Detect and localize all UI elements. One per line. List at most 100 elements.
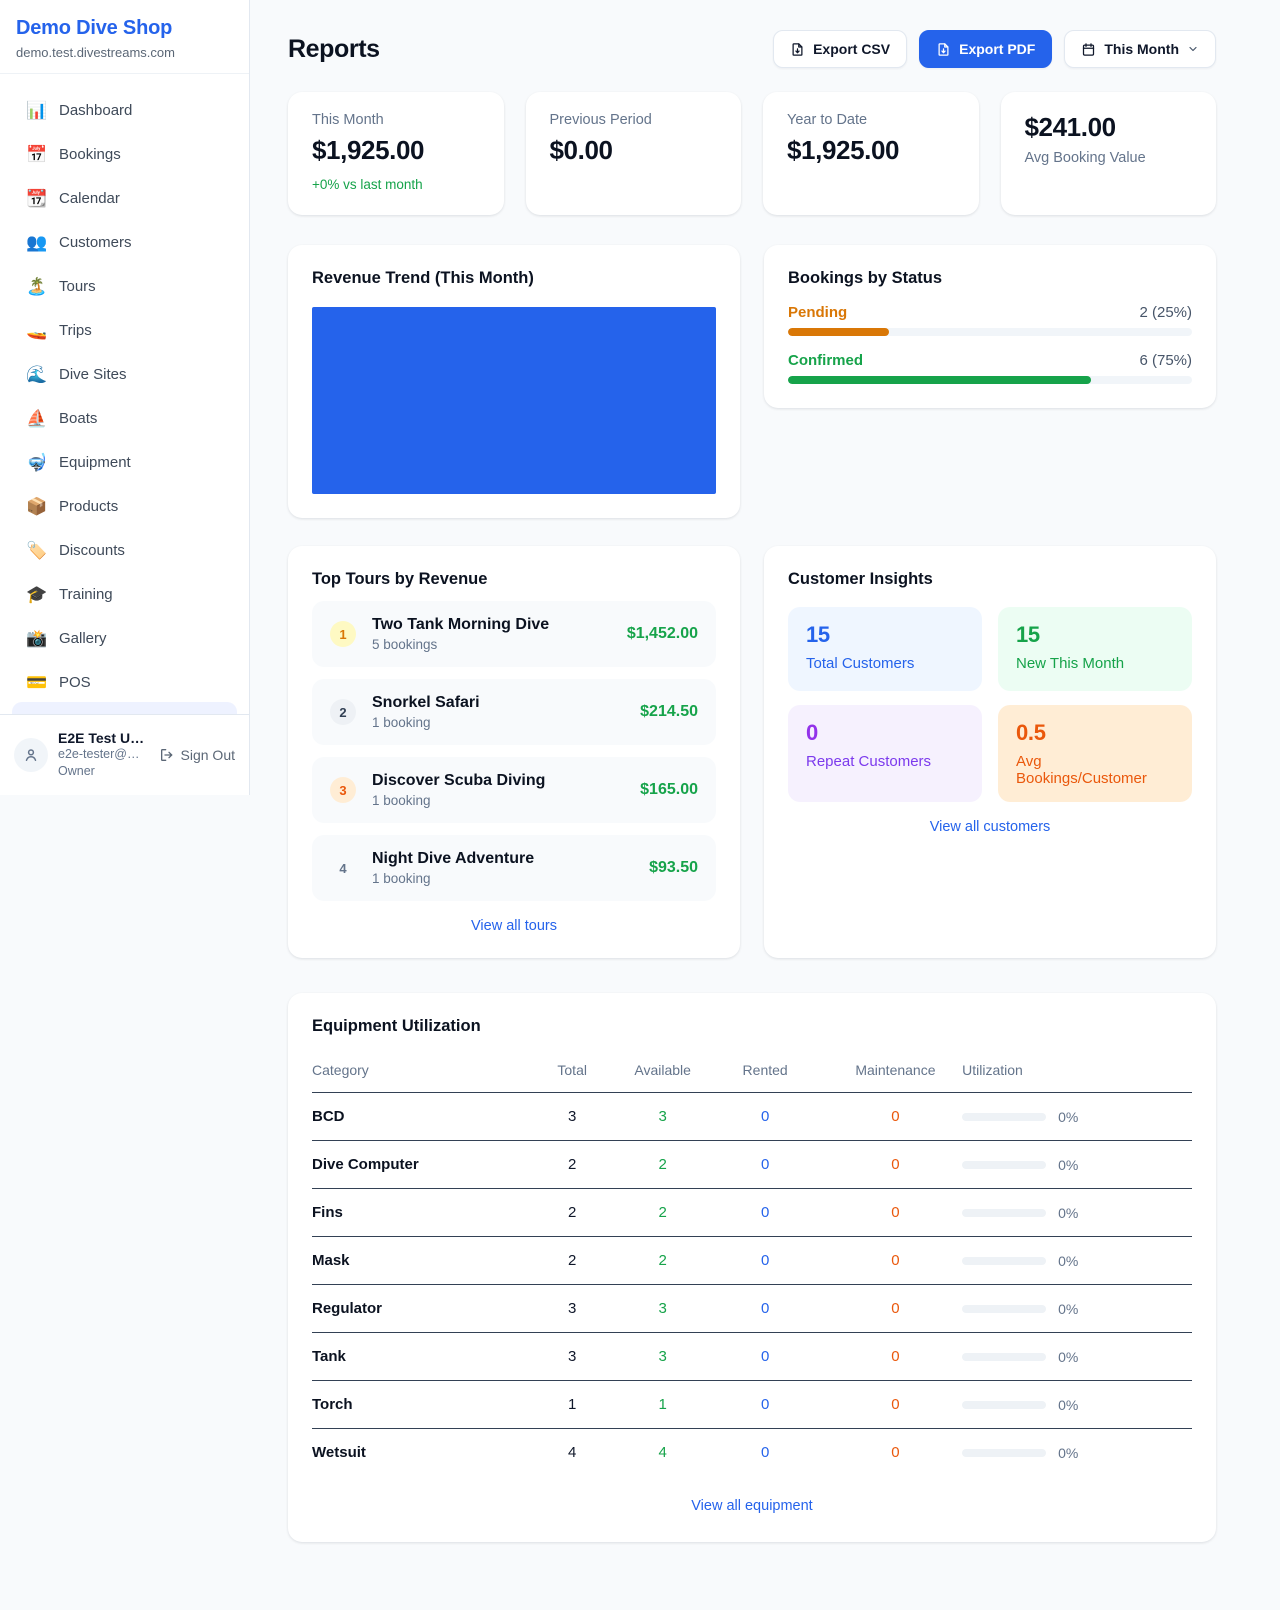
sidebar-item-boats[interactable]: ⛵ Boats <box>12 400 237 436</box>
column-header-rented: Rented <box>702 1052 829 1093</box>
sidebar-item-trips[interactable]: 🚤 Trips <box>12 312 237 348</box>
cell-total: 3 <box>521 1333 624 1381</box>
cell-rented: 0 <box>702 1189 829 1237</box>
period-dropdown[interactable]: This Month <box>1064 30 1216 68</box>
cell-available: 3 <box>624 1333 702 1381</box>
user-info: E2E Test U… e2e-tester@… Owner <box>58 730 149 780</box>
utilization-bar-track <box>962 1161 1046 1169</box>
column-header-total: Total <box>521 1052 624 1093</box>
sidebar-item-label: Dashboard <box>59 102 132 119</box>
utilization-bar-track <box>962 1113 1046 1121</box>
stat-label: This Month <box>312 112 480 128</box>
rank-badge: 2 <box>330 699 356 725</box>
stat-value: $1,925.00 <box>787 135 955 166</box>
stat-value: $241.00 <box>1025 112 1193 143</box>
sidebar-item-bookings[interactable]: 📅 Bookings <box>12 136 237 172</box>
cell-total: 4 <box>521 1429 624 1477</box>
tile-value: 15 <box>806 622 964 648</box>
sidebar-item-discounts[interactable]: 🏷️ Discounts <box>12 532 237 568</box>
sidebar-item-customers[interactable]: 👥 Customers <box>12 224 237 260</box>
cell-rented: 0 <box>702 1285 829 1333</box>
tour-name: Discover Scuba Diving <box>372 772 624 790</box>
cell-maintenance: 0 <box>829 1285 962 1333</box>
view-all-equipment-link[interactable]: View all equipment <box>312 1498 1192 1514</box>
status-label: Confirmed <box>788 352 863 369</box>
table-row: Dive Computer 2 2 0 0 0% <box>312 1141 1192 1189</box>
tour-revenue: $214.50 <box>640 703 698 721</box>
cell-rented: 0 <box>702 1237 829 1285</box>
tour-row: 2 Snorkel Safari 1 booking $214.50 <box>312 679 716 745</box>
status-bar-fill-pending <box>788 328 889 336</box>
sidebar-item-label: Equipment <box>59 454 131 471</box>
bookings-by-status-card: Bookings by Status Pending 2 (25%) Confi… <box>764 245 1216 408</box>
sidebar-item-pos[interactable]: 💳 POS <box>12 664 237 700</box>
stat-value: $0.00 <box>550 135 718 166</box>
stat-value: $1,925.00 <box>312 135 480 166</box>
page-title: Reports <box>288 35 380 64</box>
diving-mask-icon: 🤿 <box>26 454 46 471</box>
chevron-down-icon <box>1187 43 1199 55</box>
utilization-percent: 0% <box>1058 1205 1078 1221</box>
view-all-tours-link[interactable]: View all tours <box>312 918 716 934</box>
cell-category: Fins <box>312 1189 521 1237</box>
cell-utilization: 0% <box>962 1093 1192 1141</box>
cell-maintenance: 0 <box>829 1381 962 1429</box>
tour-name: Two Tank Morning Dive <box>372 616 611 634</box>
tour-bookings: 1 booking <box>372 715 624 730</box>
package-icon: 📦 <box>26 498 46 515</box>
main-content: Reports Export CSV Export PDF This Month <box>288 0 1216 1542</box>
tour-revenue: $93.50 <box>649 859 698 877</box>
sign-out-button[interactable]: Sign Out <box>159 747 235 763</box>
sidebar-item-equipment[interactable]: 🤿 Equipment <box>12 444 237 480</box>
tear-off-calendar-icon: 📆 <box>26 190 46 207</box>
brand-block: Demo Dive Shop demo.test.divestreams.com <box>0 0 249 74</box>
utilization-percent: 0% <box>1058 1349 1078 1365</box>
column-header-utilization: Utilization <box>962 1052 1192 1093</box>
sidebar-item-calendar[interactable]: 📆 Calendar <box>12 180 237 216</box>
status-label: Pending <box>788 304 847 321</box>
calendar-icon <box>1081 42 1096 57</box>
cell-utilization: 0% <box>962 1141 1192 1189</box>
sidebar-item-tours[interactable]: 🏝️ Tours <box>12 268 237 304</box>
sidebar-user-footer: E2E Test U… e2e-tester@… Owner Sign Out <box>0 714 249 795</box>
people-icon: 👥 <box>26 234 46 251</box>
insight-tiles: 15 Total Customers 15 New This Month 0 R… <box>788 607 1192 802</box>
cell-utilization: 0% <box>962 1237 1192 1285</box>
customer-insights-card: Customer Insights 15 Total Customers 15 … <box>764 546 1216 958</box>
cell-total: 3 <box>521 1093 624 1141</box>
brand-name: Demo Dive Shop <box>16 17 233 40</box>
sidebar-item-products[interactable]: 📦 Products <box>12 488 237 524</box>
header-actions: Export CSV Export PDF This Month <box>773 30 1216 68</box>
sailboat-icon: ⛵ <box>26 410 46 427</box>
brand-domain: demo.test.divestreams.com <box>16 45 233 60</box>
tour-name: Night Dive Adventure <box>372 850 633 868</box>
charts-row: Revenue Trend (This Month) Bookings by S… <box>288 245 1216 518</box>
rank-badge: 3 <box>330 777 356 803</box>
sidebar-item-dashboard[interactable]: 📊 Dashboard <box>12 92 237 128</box>
cell-category: Mask <box>312 1237 521 1285</box>
logout-icon <box>159 747 175 763</box>
sidebar-item-label: Training <box>59 586 113 603</box>
revenue-trend-bar <box>312 307 716 494</box>
cell-rented: 0 <box>702 1381 829 1429</box>
export-pdf-button[interactable]: Export PDF <box>919 30 1052 68</box>
tile-value: 15 <box>1016 622 1174 648</box>
sidebar-item-gallery[interactable]: 📸 Gallery <box>12 620 237 656</box>
table-row: Tank 3 3 0 0 0% <box>312 1333 1192 1381</box>
insights-row: Top Tours by Revenue 1 Two Tank Morning … <box>288 546 1216 958</box>
utilization-percent: 0% <box>1058 1253 1078 1269</box>
camera-flash-icon: 📸 <box>26 630 46 647</box>
stat-card-previous-period: Previous Period $0.00 <box>526 92 742 215</box>
customer-insights-title: Customer Insights <box>788 570 1192 589</box>
status-count: 6 (75%) <box>1139 352 1192 369</box>
cell-rented: 0 <box>702 1429 829 1477</box>
tile-value: 0 <box>806 720 964 746</box>
view-all-customers-link[interactable]: View all customers <box>788 819 1192 835</box>
top-tours-title: Top Tours by Revenue <box>312 570 716 589</box>
stat-card-avg-booking-value: $241.00 Avg Booking Value <box>1001 92 1217 215</box>
export-csv-button[interactable]: Export CSV <box>773 30 907 68</box>
stat-cards-row: This Month $1,925.00 +0% vs last month P… <box>288 92 1216 215</box>
sidebar-item-training[interactable]: 🎓 Training <box>12 576 237 612</box>
cell-maintenance: 0 <box>829 1093 962 1141</box>
sidebar-item-dive-sites[interactable]: 🌊 Dive Sites <box>12 356 237 392</box>
